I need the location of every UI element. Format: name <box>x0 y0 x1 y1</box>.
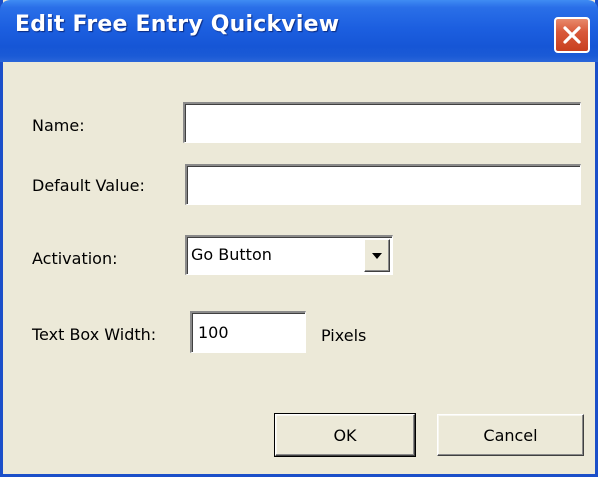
name-input[interactable] <box>183 102 581 143</box>
ok-button[interactable]: OK <box>274 413 416 457</box>
default-value-input[interactable] <box>185 164 581 205</box>
activation-label: Activation: <box>32 249 118 268</box>
activation-select[interactable]: Go Button <box>185 235 393 275</box>
chevron-down-icon <box>372 252 382 259</box>
activation-selected-value: Go Button <box>191 245 272 264</box>
close-icon <box>563 26 581 44</box>
pixels-unit-label: Pixels <box>321 326 367 345</box>
title-bar[interactable]: Edit Free Entry Quickview <box>0 0 598 62</box>
text-box-width-label: Text Box Width: <box>32 325 157 344</box>
text-box-width-input[interactable] <box>190 311 306 353</box>
activation-dropdown-button[interactable] <box>364 239 390 272</box>
default-value-label: Default Value: <box>32 176 145 195</box>
dialog-window: Edit Free Entry Quickview Name: Default … <box>0 0 598 477</box>
close-button[interactable] <box>554 17 590 53</box>
cancel-button[interactable]: Cancel <box>437 414 584 456</box>
name-label: Name: <box>32 116 85 135</box>
window-title: Edit Free Entry Quickview <box>15 12 340 37</box>
